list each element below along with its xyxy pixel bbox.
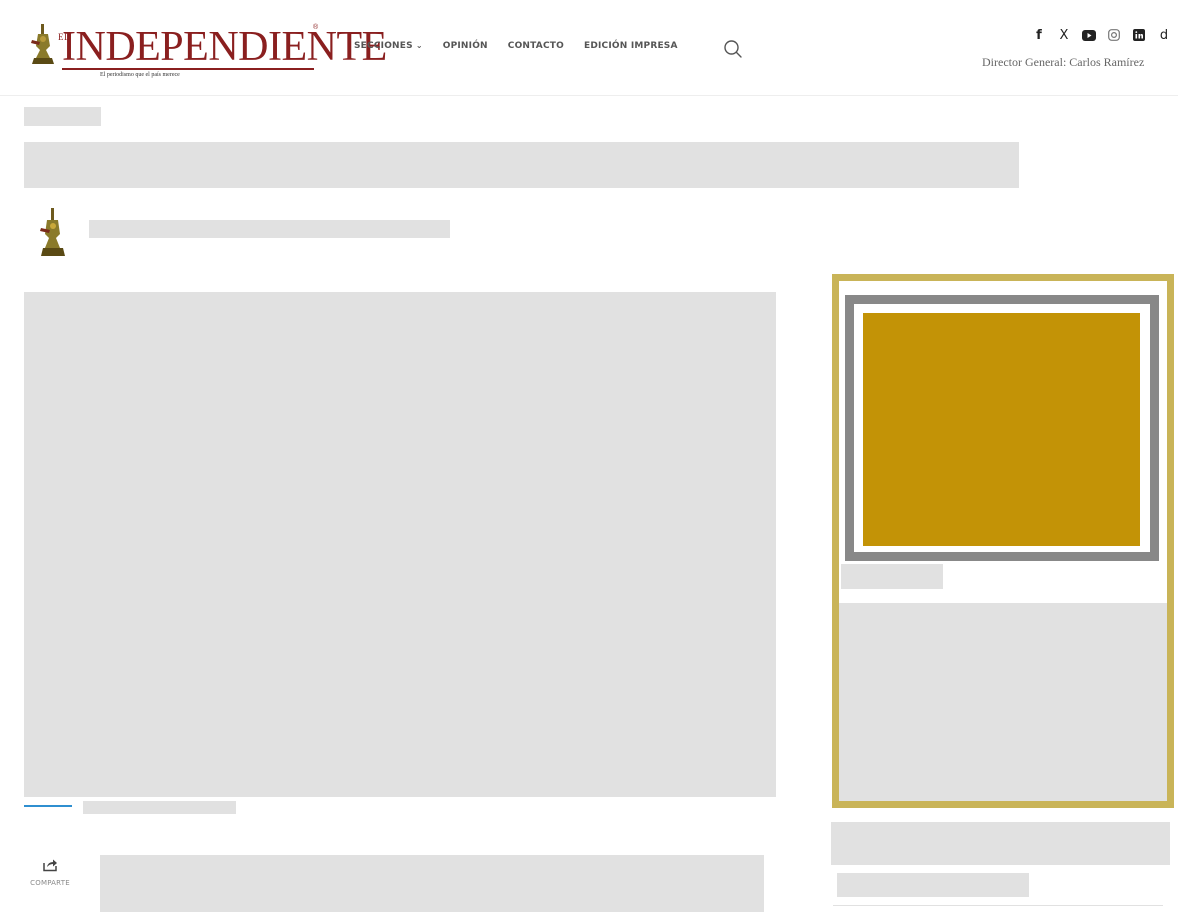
share-icon [43,859,57,872]
category-placeholder [24,107,101,126]
logo-statue-icon [31,24,54,64]
social-links: f X d [1032,28,1171,43]
author-avatar [40,208,65,256]
nav-item-edicion-impresa[interactable]: EDICIÓN IMPRESA [584,41,678,51]
main-nav: SECCIONES ⌄ OPINIÓN CONTACTO EDICIÓN IMPR… [354,41,698,51]
linkedin-icon[interactable] [1132,28,1146,42]
chevron-down-icon: ⌄ [415,41,423,50]
x-icon[interactable]: X [1057,28,1071,43]
ad-content-placeholder [839,603,1167,801]
site-header: EL INDEPENDIENTE ® El periodismo que el … [0,0,1178,96]
ad-image[interactable] [863,313,1140,546]
nav-item-contacto[interactable]: CONTACTO [508,41,564,51]
logo-wordmark: INDEPENDIENTE [62,24,387,70]
instagram-icon[interactable] [1107,28,1121,42]
facebook-icon[interactable]: f [1032,28,1046,43]
share-label: COMPARTE [30,879,70,887]
logo-tagline: El periodismo que el país merece [100,72,180,78]
caption-accent-line [24,805,72,807]
search-icon[interactable] [722,38,744,60]
sidebar-heading-placeholder [831,822,1170,865]
share-button[interactable]: COMPARTE [22,858,78,898]
sidebar-item-placeholder [837,873,1029,897]
caption-placeholder [83,801,236,814]
site-logo[interactable]: EL INDEPENDIENTE ® El periodismo que el … [22,18,387,94]
ad-label-placeholder [841,564,943,589]
logo-underline [62,68,314,70]
nav-item-secciones[interactable]: SECCIONES ⌄ [354,41,423,51]
body-text-placeholder [100,855,764,912]
youtube-icon[interactable] [1082,28,1096,42]
page: EL INDEPENDIENTE ® El periodismo que el … [0,0,1178,912]
sidebar-divider [833,905,1163,906]
featured-image-placeholder [24,292,776,797]
author-name-placeholder [89,220,450,238]
director-credit: Director General: Carlos Ramírez [982,55,1145,69]
nav-item-label: SECCIONES [354,41,413,51]
headline-placeholder [24,142,1019,188]
logo-registered-mark: ® [313,24,319,31]
nav-item-opinion[interactable]: OPINIÓN [443,41,488,51]
tiktok-icon[interactable]: d [1157,28,1171,43]
